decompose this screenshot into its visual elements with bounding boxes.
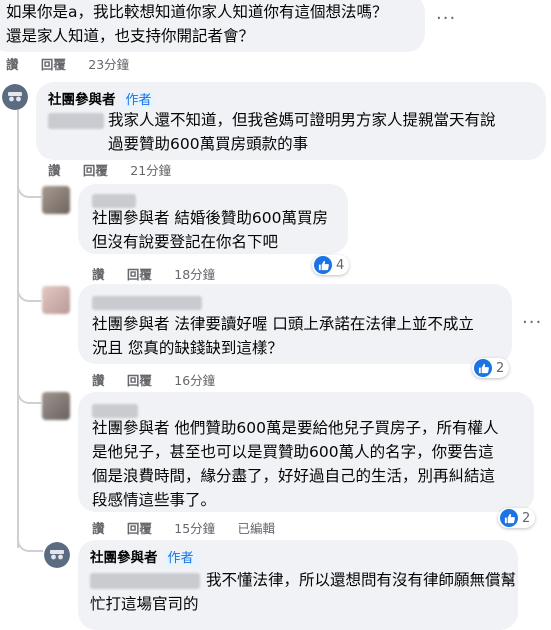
- reply-button[interactable]: 回覆: [127, 521, 152, 536]
- comment-bubble: 社團參與者 法律要讀好喔 口頭上承諾在法律上並不成立 況且 您真的缺錢缺到這樣？: [78, 284, 512, 364]
- reply-button[interactable]: 回覆: [83, 163, 108, 178]
- reaction-number: 2: [522, 510, 531, 526]
- like-button[interactable]: 讚: [92, 373, 105, 388]
- like-button[interactable]: 讚: [48, 163, 61, 178]
- reaction-number: 2: [496, 360, 505, 376]
- reply-button[interactable]: 回覆: [41, 57, 66, 72]
- redacted-mention: [48, 112, 104, 129]
- author-badge: 作者: [163, 551, 198, 566]
- timestamp[interactable]: 18分鐘: [174, 267, 215, 282]
- author-name[interactable]: 社團參與者: [48, 92, 116, 108]
- comment-actions: 讚 回覆 23分鐘: [6, 54, 147, 73]
- comment-text: 社團參與者 他們贊助600萬是要給他兒子買房子，所有權人 是他兒子，甚至也可以是…: [92, 419, 499, 509]
- like-thumb-icon: [474, 359, 492, 377]
- comment-bubble: 如果你是a，我比較想知道你家人知道你有這個想法嗎？ 還是家人知道，也支持你開記者…: [0, 0, 425, 52]
- reaction-count[interactable]: 2: [498, 508, 536, 528]
- comment-header: 社團參與者 作者: [90, 546, 198, 566]
- timestamp[interactable]: 16分鐘: [174, 373, 215, 388]
- user-avatar[interactable]: [42, 392, 70, 420]
- comment-text: 社團參與者 結婚後贊助600萬買房 但沒有說要登記在你名下吧: [92, 209, 329, 251]
- comment-text: 我家人還不知道，但我爸媽可證明男方家人提親當天有說 過要贊助600萬買房頭款的事: [108, 111, 496, 153]
- author-name[interactable]: 社團參與者: [90, 550, 158, 566]
- more-dots-icon[interactable]: ···: [522, 312, 542, 333]
- comment-text: 我不懂法律，所以還想問有沒有律師願無償幫 忙打這場官司的: [90, 571, 517, 613]
- comment-bubble: 社團參與者 作者 我家人還不知道，但我爸媽可證明男方家人提親當天有說 過要贊助60…: [36, 82, 546, 160]
- redacted-name: [92, 295, 202, 310]
- timestamp[interactable]: 23分鐘: [88, 57, 129, 72]
- anonymous-avatar-icon[interactable]: [2, 84, 28, 110]
- anonymous-avatar-icon[interactable]: [44, 542, 70, 568]
- thread-curve: [17, 170, 41, 198]
- comment-actions: 讚 回覆 15分鐘 已編輯: [92, 518, 293, 537]
- comment-text: 社團參與者 法律要讀好喔 口頭上承諾在法律上並不成立 況且 您真的缺錢缺到這樣？: [92, 315, 474, 357]
- reaction-count[interactable]: 2: [472, 358, 510, 378]
- reaction-number: 4: [336, 257, 345, 273]
- edited-label[interactable]: 已編輯: [238, 521, 276, 536]
- timestamp[interactable]: 15分鐘: [174, 521, 215, 536]
- user-avatar[interactable]: [42, 186, 70, 214]
- reaction-count[interactable]: 4: [312, 255, 350, 275]
- comment-actions: 讚 回覆 21分鐘: [48, 160, 189, 179]
- timestamp[interactable]: 21分鐘: [130, 163, 171, 178]
- like-button[interactable]: 讚: [6, 57, 19, 72]
- comment-text: 如果你是a，我比較想知道你家人知道你有這個想法嗎？ 還是家人知道，也支持你開記者…: [6, 3, 388, 45]
- reply-button[interactable]: 回覆: [127, 267, 152, 282]
- comment-body: [48, 110, 104, 129]
- reply-button[interactable]: 回覆: [127, 373, 152, 388]
- thread-curve: [17, 520, 43, 552]
- comment-bubble: 社團參與者 結婚後贊助600萬買房 但沒有說要登記在你名下吧: [78, 184, 348, 254]
- comment-actions: 讚 回覆 18分鐘: [92, 264, 233, 283]
- comment-header: 社團參與者 作者: [48, 88, 156, 108]
- thread-curve: [17, 368, 41, 404]
- comment-bubble: 社團參與者 作者 我不懂法律，所以還想問有沒有律師願無償幫 忙打這場官司的: [78, 540, 518, 630]
- like-thumb-icon: [500, 509, 518, 527]
- comment-actions: 讚 回覆 16分鐘: [92, 370, 233, 389]
- author-badge: 作者: [121, 93, 156, 108]
- like-button[interactable]: 讚: [92, 521, 105, 536]
- like-thumb-icon: [314, 256, 332, 274]
- user-avatar[interactable]: [42, 286, 70, 314]
- more-dots-icon[interactable]: ···: [436, 8, 456, 29]
- like-button[interactable]: 讚: [92, 267, 105, 282]
- thread-curve: [17, 270, 41, 302]
- comment-bubble: 社團參與者 他們贊助600萬是要給他兒子買房子，所有權人 是他兒子，甚至也可以是…: [78, 392, 534, 512]
